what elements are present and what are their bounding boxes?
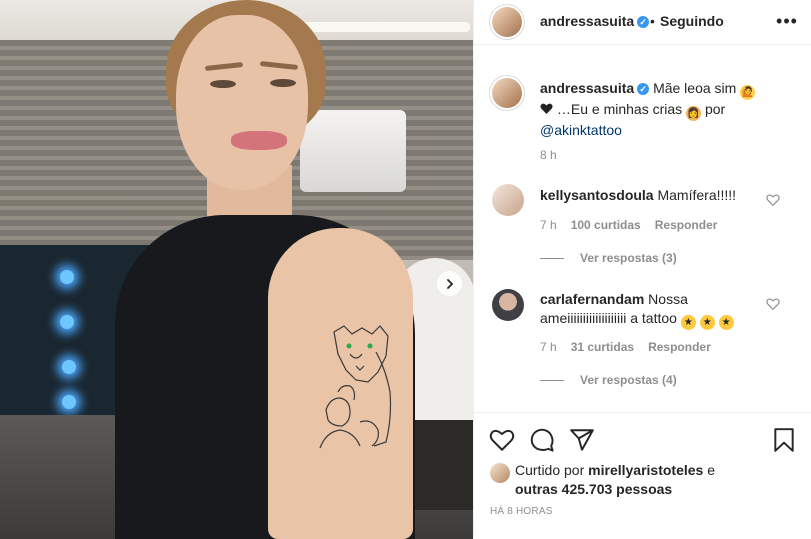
photo-tv-light xyxy=(62,360,76,374)
star-struck-emoji-icon: ★ xyxy=(680,315,696,330)
comment-body: ameiiiiiiiiiiiiiiiiiii a tattoo xyxy=(540,310,677,326)
likes-text: Curtido por mirellyaristoteles e outras … xyxy=(515,461,800,499)
comment-text: kellysantosdoula Mamífera!!!!! xyxy=(540,186,780,205)
comment-username[interactable]: carlafernandam xyxy=(540,291,644,307)
liked-by-user[interactable]: mirellyaristoteles xyxy=(588,462,703,478)
comment-body: Mamífera!!!!! xyxy=(657,187,737,203)
comment-body: Nossa xyxy=(648,291,688,307)
avatar[interactable] xyxy=(492,289,524,321)
follow-status[interactable]: Seguindo xyxy=(660,13,724,29)
next-photo-button[interactable] xyxy=(437,271,462,296)
comment-meta: 7 h 31 curtidas Responder xyxy=(540,340,711,354)
reply-button[interactable]: Responder xyxy=(648,340,711,354)
like-comment-button[interactable] xyxy=(766,297,780,311)
more-horizontal-icon: ••• xyxy=(776,11,798,31)
caption-text-part: por xyxy=(704,101,726,117)
comment-likes[interactable]: 31 curtidas xyxy=(571,340,634,354)
share-button[interactable] xyxy=(568,427,596,455)
avatar[interactable] xyxy=(492,7,522,37)
photo-air-conditioner xyxy=(300,110,406,192)
caption-text: andressasuita ✓ Mãe leoa sim 🙋 …Eu e minh… xyxy=(540,79,780,140)
caption-text-part: Mãe leoa sim xyxy=(653,80,737,96)
header-username[interactable]: andressasuita ✓ xyxy=(540,13,650,29)
photo-tv-light xyxy=(60,315,74,329)
avatar[interactable] xyxy=(492,184,524,216)
post-photo[interactable] xyxy=(0,0,473,539)
more-options-button[interactable]: ••• xyxy=(774,8,800,34)
star-struck-emoji-icon: ★ xyxy=(718,315,734,330)
photo-ceiling-light xyxy=(300,22,470,32)
woman-raising-hand-emoji-icon: 🙋 xyxy=(740,85,756,100)
bookmark-icon xyxy=(774,428,794,452)
comment-text: carlafernandam Nossa ameiiiiiiiiiiiiiiii… xyxy=(540,290,780,330)
avatar[interactable] xyxy=(492,78,522,108)
caption-text-part: …Eu e minhas crias xyxy=(556,101,683,117)
comments-list: andressasuita ✓ Mãe leoa sim 🙋 …Eu e minh… xyxy=(474,46,811,412)
share-icon xyxy=(570,429,594,451)
liked-by-others[interactable]: outras 425.703 pessoas xyxy=(515,481,672,497)
photo-eye xyxy=(210,80,236,88)
photo-tv-light xyxy=(60,270,74,284)
heart-icon xyxy=(766,194,780,207)
photo-face xyxy=(176,15,308,190)
comment-meta: 7 h 100 curtidas Responder xyxy=(540,218,717,232)
separator-dot: • xyxy=(650,13,655,29)
verified-badge-icon: ✓ xyxy=(637,16,650,29)
username-text[interactable]: andressasuita xyxy=(540,13,634,29)
reply-button[interactable]: Responder xyxy=(655,218,718,232)
heart-icon xyxy=(766,298,780,311)
replies-divider xyxy=(540,257,564,259)
like-comment-button[interactable] xyxy=(766,193,780,207)
heart-icon xyxy=(489,429,515,451)
black-heart-emoji-icon xyxy=(540,101,553,114)
caption-meta: 8 h xyxy=(540,148,557,162)
avatar[interactable] xyxy=(490,463,510,483)
caption-mention-link[interactable]: @akinktattoo xyxy=(540,122,622,138)
chevron-right-icon xyxy=(446,278,453,289)
photo-shelf xyxy=(410,420,473,510)
comment-icon xyxy=(530,428,554,452)
replies-divider xyxy=(540,379,564,381)
star-struck-emoji-icon: ★ xyxy=(699,315,715,330)
photo-lips xyxy=(231,131,287,150)
comment-button[interactable] xyxy=(528,427,556,455)
view-replies[interactable]: Ver respostas (4) xyxy=(540,373,677,387)
lion-tattoo-drawing xyxy=(319,325,392,449)
view-replies[interactable]: Ver respostas (3) xyxy=(540,251,677,265)
liked-by-conjunction: e xyxy=(707,462,716,478)
comment-time[interactable]: 7 h xyxy=(540,340,557,354)
view-replies-button[interactable]: Ver respostas (4) xyxy=(580,373,677,387)
post-sidebar: andressasuita ✓ • Seguindo ••• andressasu… xyxy=(473,0,811,539)
caption-username[interactable]: andressasuita xyxy=(540,80,634,96)
photo-tv-light xyxy=(62,395,76,409)
photo-eye xyxy=(270,79,296,87)
bookmark-button[interactable] xyxy=(770,427,798,455)
family-emoji-icon: 👩 xyxy=(686,106,702,121)
view-replies-button[interactable]: Ver respostas (3) xyxy=(580,251,677,265)
liked-by-prefix: Curtido por xyxy=(515,462,585,478)
caption-time[interactable]: 8 h xyxy=(540,148,557,162)
post-timestamp[interactable]: HÁ 8 HORAS xyxy=(490,506,553,517)
comment-likes[interactable]: 100 curtidas xyxy=(571,218,641,232)
comment-time[interactable]: 7 h xyxy=(540,218,557,232)
comment-username[interactable]: kellysantosdoula xyxy=(540,187,654,203)
post-actions: Curtido por mirellyaristoteles e outras … xyxy=(474,412,811,539)
post-header: andressasuita ✓ • Seguindo ••• xyxy=(474,0,811,45)
verified-badge-icon: ✓ xyxy=(637,83,650,96)
like-button[interactable] xyxy=(488,427,516,455)
